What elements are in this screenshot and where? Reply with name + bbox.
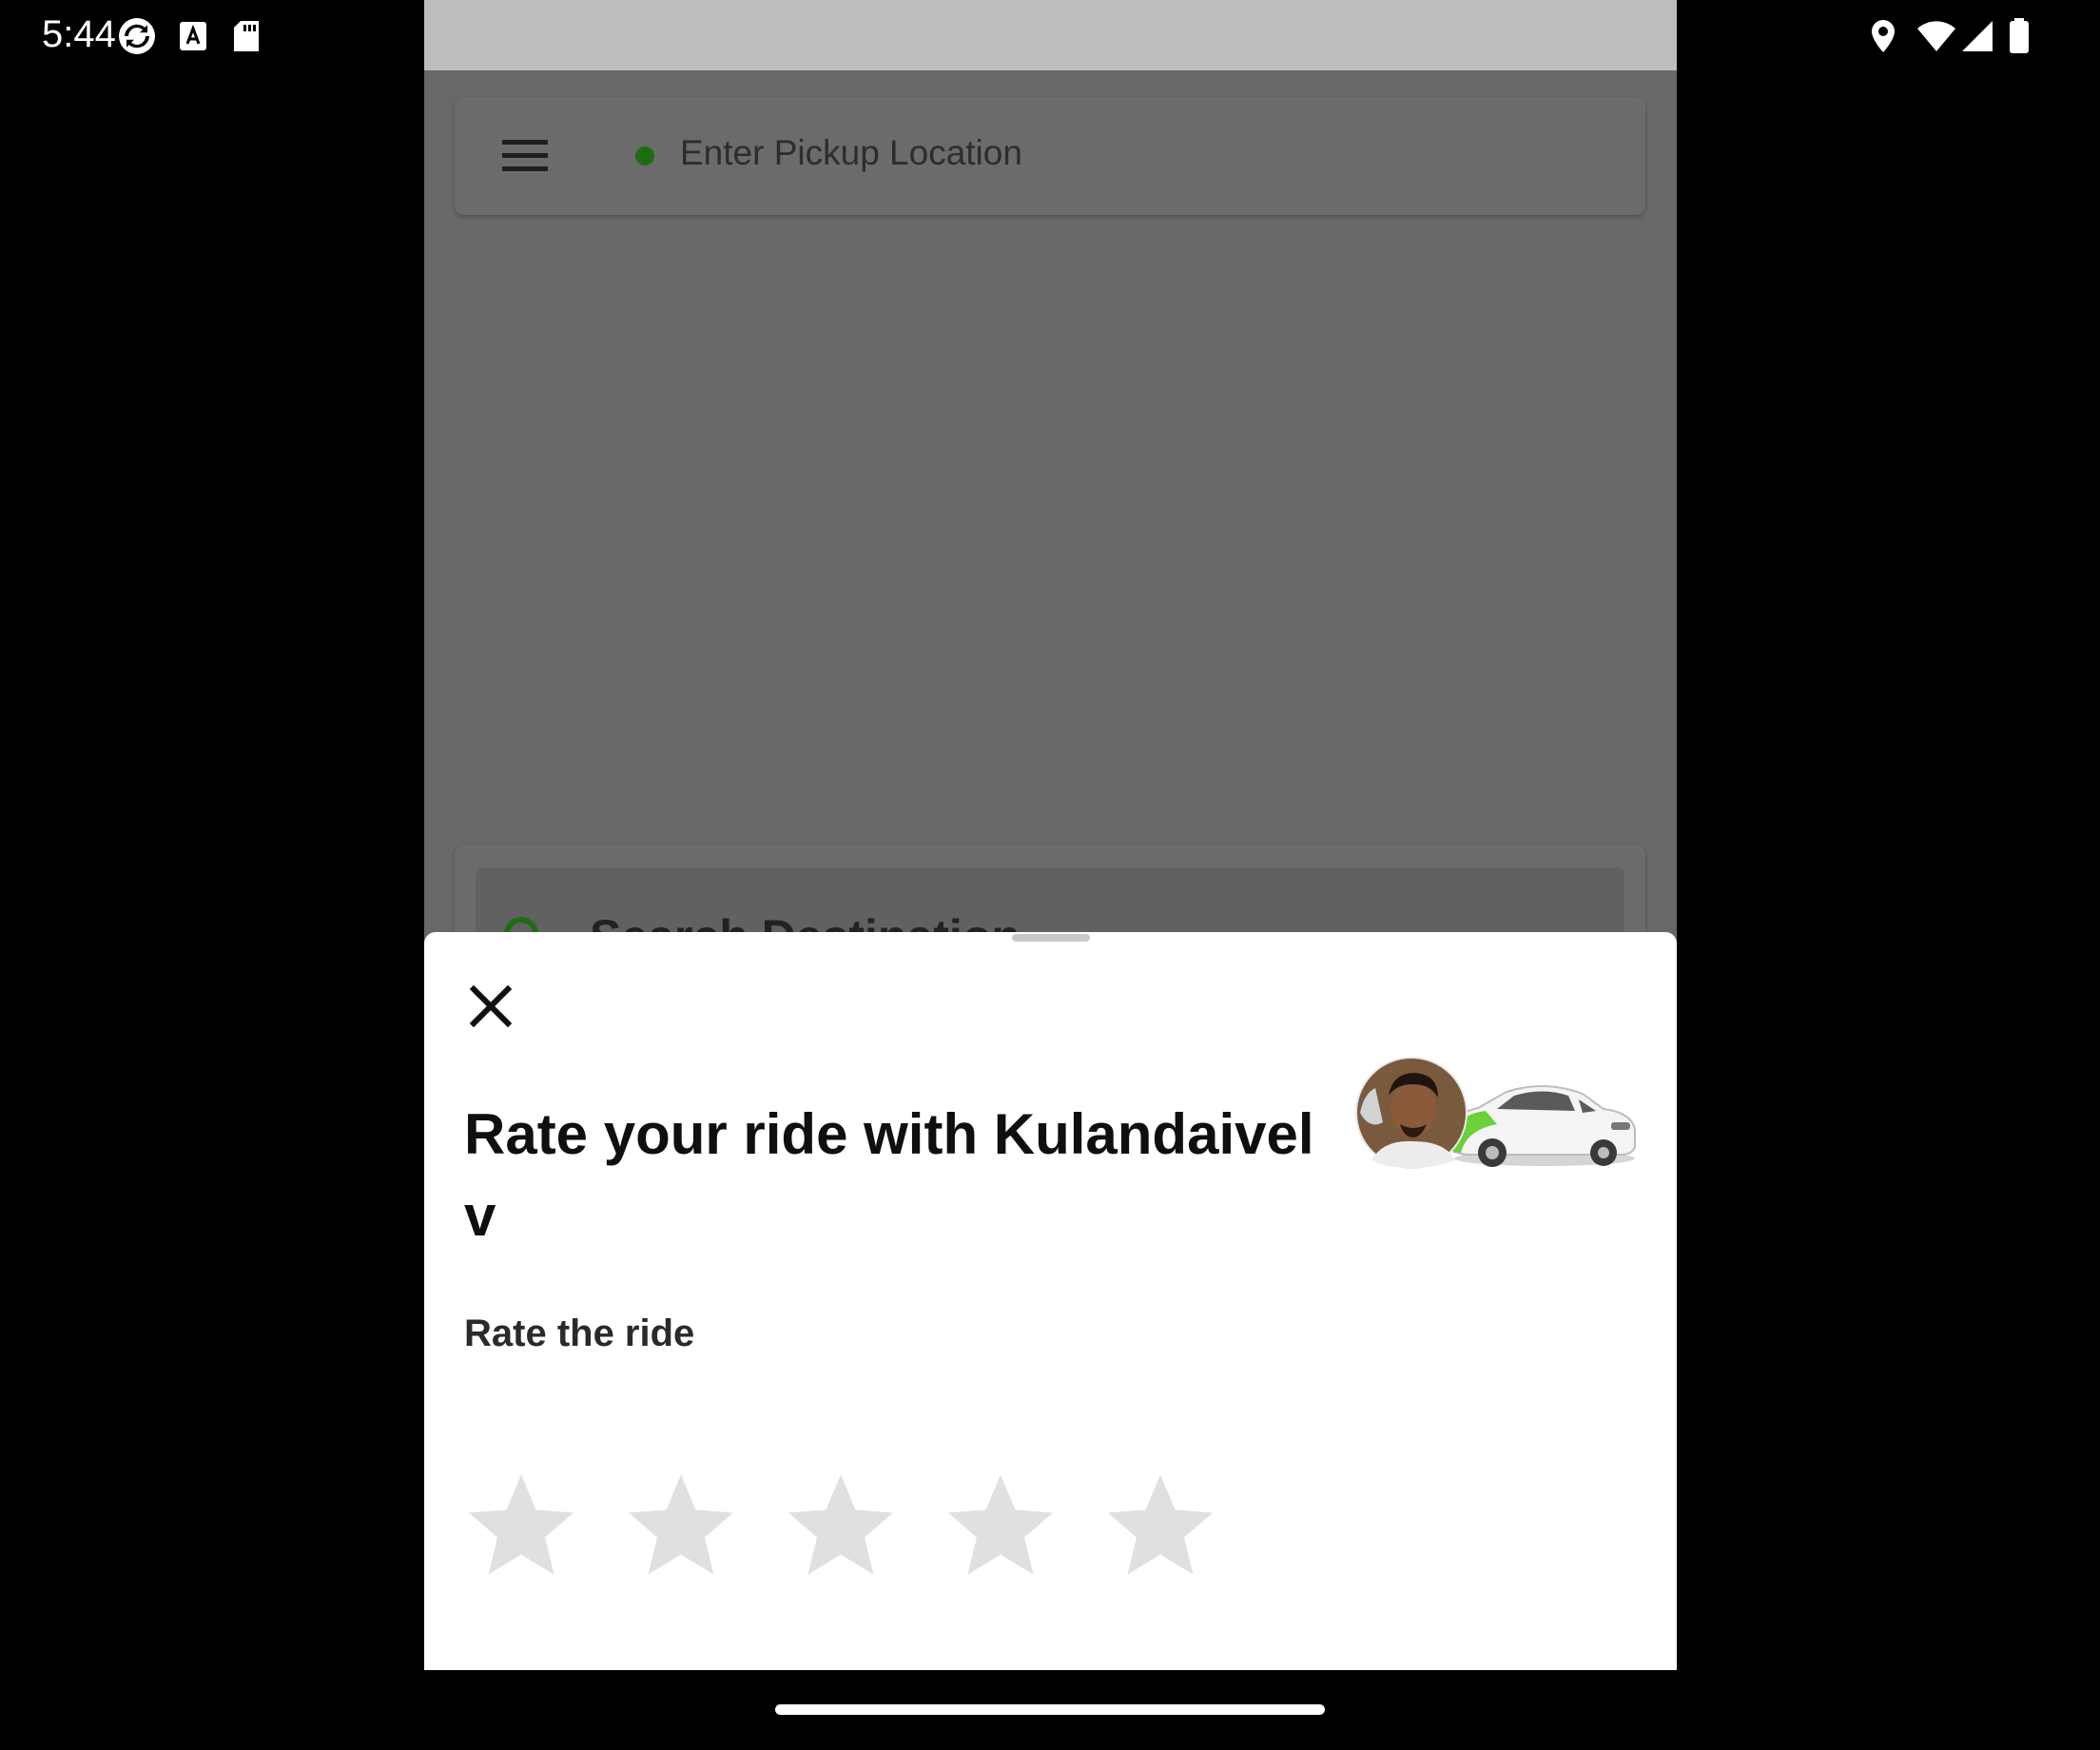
star-4[interactable] xyxy=(943,1467,1103,1590)
pickup-location-input[interactable]: Enter Pickup Location xyxy=(680,133,1022,173)
battery-icon xyxy=(2009,17,2030,55)
location-icon xyxy=(1870,17,1896,55)
pickup-dot-icon xyxy=(635,146,654,165)
pickup-search-bar[interactable]: Enter Pickup Location xyxy=(455,97,1645,215)
sync-icon xyxy=(117,17,157,55)
rating-title: Rate your ride with Kulandaivel v xyxy=(464,1102,1314,1248)
signal-icon xyxy=(1961,17,1993,55)
star-1[interactable] xyxy=(464,1467,624,1590)
star-5[interactable] xyxy=(1103,1467,1263,1590)
star-icon xyxy=(943,1471,1058,1586)
star-icon xyxy=(1103,1471,1217,1586)
menu-icon[interactable] xyxy=(502,140,550,177)
home-indicator[interactable] xyxy=(775,1704,1325,1715)
driver-avatar xyxy=(1355,1057,1468,1169)
app-window: Enter Pickup Location Search Destination… xyxy=(424,0,1677,1670)
close-button[interactable] xyxy=(464,982,517,1035)
text-a-icon xyxy=(179,17,207,55)
driver-vehicle-graphic xyxy=(1354,1056,1640,1184)
star-rating[interactable] xyxy=(464,1467,1263,1590)
star-icon xyxy=(464,1471,578,1586)
car-image xyxy=(1448,1085,1636,1167)
status-time: 5:44 xyxy=(42,13,116,55)
rate-the-ride-label: Rate the ride xyxy=(464,1312,695,1354)
star-icon xyxy=(784,1471,898,1586)
star-icon xyxy=(624,1471,738,1586)
star-2[interactable] xyxy=(624,1467,784,1590)
sheet-drag-handle[interactable] xyxy=(1012,934,1090,942)
sd-card-icon xyxy=(233,17,260,55)
app-top-strip xyxy=(424,0,1677,70)
rating-bottom-sheet: Rate your ride with Kulandaivel v Rate t… xyxy=(424,932,1677,1670)
wifi-icon xyxy=(1917,17,1955,55)
star-3[interactable] xyxy=(784,1467,943,1590)
close-icon xyxy=(469,984,513,1032)
